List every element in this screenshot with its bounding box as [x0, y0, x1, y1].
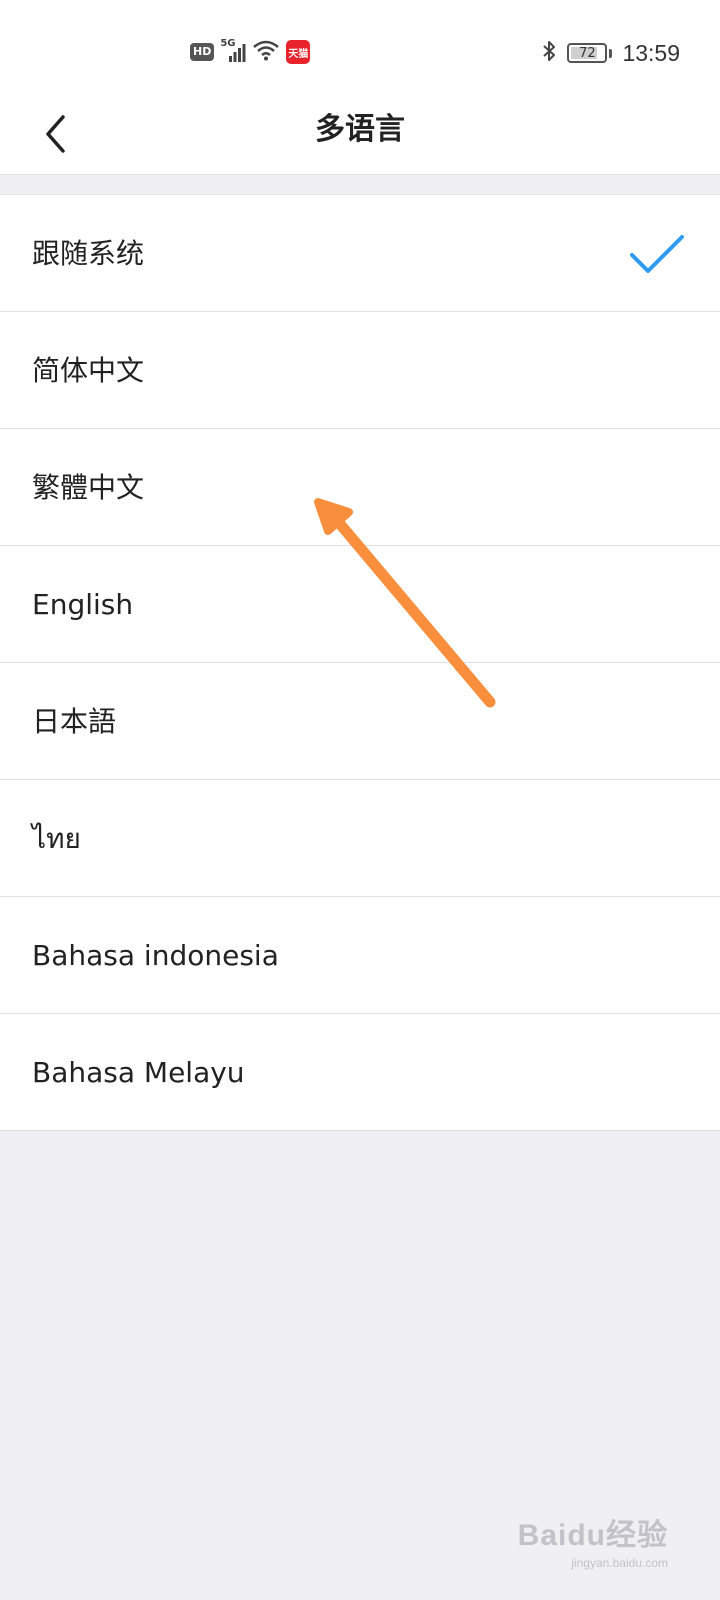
watermark-logo-text: Baidu经验 — [517, 1519, 668, 1552]
bluetooth-icon — [541, 39, 557, 67]
language-label: 跟随系统 — [32, 237, 145, 270]
language-label: English — [32, 588, 134, 621]
cellular-signal-icon: 5G — [220, 38, 246, 64]
watermark-url: jingyan.baidu.com — [571, 1556, 668, 1570]
language-label: Bahasa Melayu — [32, 1056, 245, 1089]
checkmark-icon — [630, 235, 684, 273]
language-item-malay[interactable]: Bahasa Melayu — [0, 1014, 720, 1131]
language-list: 跟随系统 简体中文 繁體中文 English 日本語 ไทย Bahasa in… — [0, 194, 720, 1131]
language-label: 日本語 — [32, 705, 117, 738]
language-item-follow-system[interactable]: 跟随系统 — [0, 195, 720, 312]
language-label: 繁體中文 — [32, 471, 145, 504]
language-item-traditional-chinese[interactable]: 繁體中文 — [0, 429, 720, 546]
language-item-indonesian[interactable]: Bahasa indonesia — [0, 897, 720, 1014]
language-label: Bahasa indonesia — [32, 939, 279, 972]
battery-level: 72 — [579, 45, 596, 61]
language-item-simplified-chinese[interactable]: 简体中文 — [0, 312, 720, 429]
language-item-thai[interactable]: ไทย — [0, 780, 720, 897]
status-icons-right: 72 13:59 — [541, 38, 680, 68]
language-label: 简体中文 — [32, 354, 145, 387]
tmall-app-icon: 天猫 — [286, 40, 311, 64]
status-icons-left: HD 5G 天猫 — [190, 38, 311, 66]
hd-icon: HD — [190, 43, 215, 61]
status-bar: HD 5G 天猫 72 13:59 — [0, 0, 720, 100]
language-label: ไทย — [32, 822, 81, 855]
baidu-jingyan-watermark: Baidu经验 jingyan.baidu.com — [518, 1510, 668, 1570]
page-title: 多语言 — [315, 112, 405, 147]
nav-bar: 多语言 — [0, 100, 720, 175]
wifi-icon — [252, 39, 280, 65]
language-item-english[interactable]: English — [0, 546, 720, 663]
battery-icon: 72 — [567, 43, 608, 63]
battery-cap — [609, 48, 613, 58]
language-item-japanese[interactable]: 日本語 — [0, 663, 720, 780]
status-time: 13:59 — [622, 39, 680, 66]
